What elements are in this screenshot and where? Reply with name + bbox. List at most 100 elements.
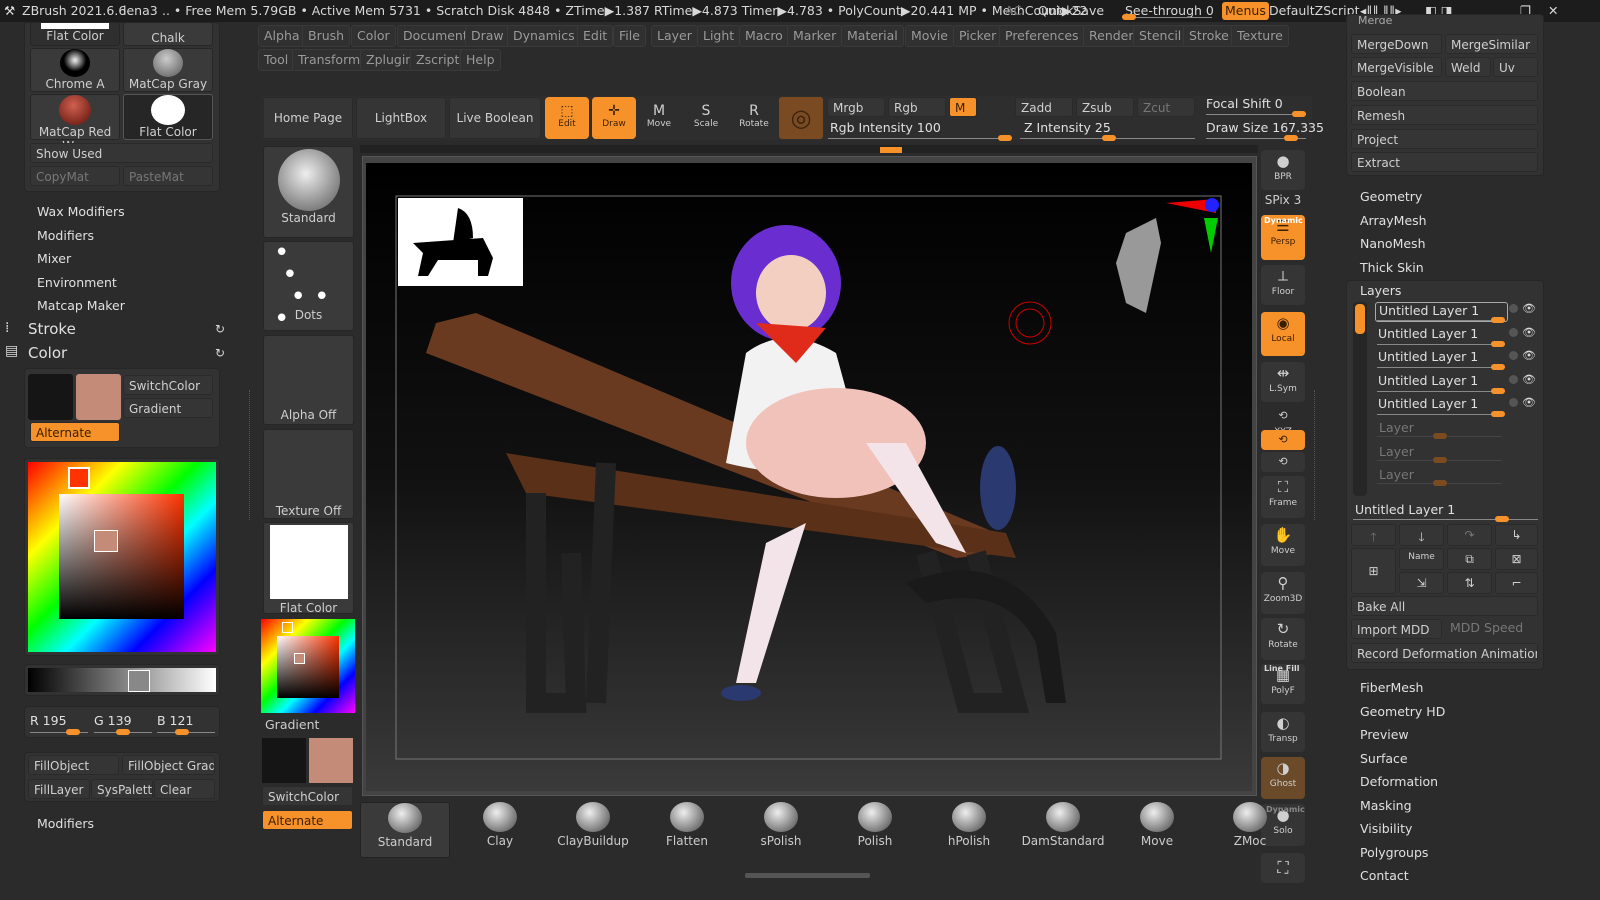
mini-color-square[interactable] bbox=[277, 636, 339, 698]
section-preview[interactable]: Preview bbox=[1360, 727, 1409, 742]
menu-dynamics[interactable]: Dynamics bbox=[507, 25, 581, 47]
mergesimilar-button[interactable]: MergeSimilar bbox=[1445, 34, 1538, 54]
layer-split-button[interactable]: ↳ bbox=[1495, 524, 1538, 546]
menu-help[interactable]: Help bbox=[460, 49, 501, 71]
environment-item[interactable]: Environment bbox=[37, 275, 117, 290]
section-contact[interactable]: Contact bbox=[1360, 868, 1409, 883]
section-geometry[interactable]: Geometry bbox=[1360, 189, 1422, 204]
menu-file[interactable]: File bbox=[613, 25, 646, 47]
menu-render[interactable]: Render bbox=[1083, 25, 1140, 47]
eye-icon[interactable]: 👁 bbox=[1522, 302, 1536, 315]
layers-header[interactable]: Layers bbox=[1360, 283, 1401, 298]
section-deformation[interactable]: Deformation bbox=[1360, 774, 1438, 789]
focal-shift-slider[interactable]: Focal Shift 0 bbox=[1206, 96, 1283, 111]
saturation-value-square[interactable] bbox=[59, 494, 184, 619]
live-boolean-button[interactable]: Live Boolean bbox=[449, 97, 541, 139]
rotate-button[interactable]: ↻ Rotate bbox=[1261, 618, 1305, 660]
brush-claybuildup[interactable]: ClayBuildup bbox=[548, 802, 638, 858]
material-selector[interactable]: Flat Color bbox=[263, 522, 354, 615]
green-value[interactable]: G 139 bbox=[94, 713, 132, 728]
brush-spolish[interactable]: sPolish bbox=[736, 802, 826, 858]
texture-selector[interactable]: Texture Off bbox=[263, 429, 354, 519]
import-mdd-button[interactable]: Import MDD bbox=[1351, 619, 1442, 639]
transp-button[interactable]: ◐ Transp bbox=[1261, 712, 1305, 752]
layer-strength-slider[interactable] bbox=[1377, 480, 1502, 487]
red-value[interactable]: R 195 bbox=[30, 713, 67, 728]
extract-item[interactable]: Extract bbox=[1351, 152, 1538, 172]
material-sphere-icon[interactable]: ◎ bbox=[779, 97, 823, 139]
eye-icon[interactable]: 👁 bbox=[1522, 349, 1536, 362]
m-button[interactable]: M bbox=[949, 97, 977, 117]
see-through-slider[interactable]: See-through 0 bbox=[1125, 0, 1214, 22]
bpr-button[interactable]: ● BPR bbox=[1261, 150, 1305, 190]
color-marker[interactable] bbox=[94, 530, 118, 552]
refresh-icon[interactable]: ↻ bbox=[215, 346, 225, 360]
menu-layer[interactable]: Layer bbox=[651, 25, 698, 47]
layer-item[interactable]: Untitled Layer 1 bbox=[1375, 373, 1508, 393]
record-deformation-button[interactable]: Record Deformation Animation bbox=[1351, 643, 1538, 663]
menu-preferences[interactable]: Preferences bbox=[999, 25, 1085, 47]
material-flat-color[interactable]: Flat Color bbox=[30, 22, 120, 46]
ac-button[interactable]: AC bbox=[1005, 0, 1022, 22]
menu-brush[interactable]: Brush bbox=[302, 25, 351, 47]
grayscale-marker[interactable] bbox=[128, 670, 150, 692]
layer-strength-slider[interactable] bbox=[1377, 317, 1505, 323]
layer-record-icon[interactable] bbox=[1509, 374, 1518, 384]
color-palette-header[interactable]: Color bbox=[28, 344, 67, 362]
menu-material[interactable]: Material bbox=[841, 25, 904, 47]
edit-button[interactable]: ⬚ Edit bbox=[545, 97, 589, 139]
blue-value[interactable]: B 121 bbox=[157, 713, 193, 728]
section-nanomesh[interactable]: NanoMesh bbox=[1360, 236, 1426, 251]
gradient-button[interactable]: Gradient bbox=[123, 398, 213, 418]
layer-strength-slider[interactable] bbox=[1377, 456, 1502, 463]
brush-zmoc[interactable]: ZMoc bbox=[1205, 802, 1295, 858]
layer-item[interactable]: Untitled Layer 1 bbox=[1375, 396, 1508, 416]
zadd-button[interactable]: Zadd bbox=[1015, 97, 1073, 117]
syspalette-button[interactable]: SysPalette bbox=[91, 779, 153, 799]
layer-item[interactable]: Untitled Layer 1 bbox=[1375, 302, 1508, 322]
new-layer-button[interactable]: ⊞ bbox=[1351, 548, 1396, 594]
layer-item[interactable]: Untitled Layer 1 bbox=[1375, 326, 1508, 346]
eye-icon[interactable]: 👁 bbox=[1522, 373, 1536, 386]
layer-strength-slider[interactable] bbox=[1377, 411, 1505, 418]
stroke-selector[interactable]: • • • • • Dots bbox=[263, 240, 354, 332]
menu-edit[interactable]: Edit bbox=[577, 25, 614, 47]
section-masking[interactable]: Masking bbox=[1360, 798, 1412, 813]
eye-icon[interactable]: 👁 bbox=[1522, 326, 1536, 339]
menu-stroke[interactable]: Stroke bbox=[1183, 25, 1235, 47]
ghost-button[interactable]: ◑ Ghost bbox=[1261, 757, 1305, 799]
xyz-button[interactable]: ⟲XYZ bbox=[1261, 405, 1305, 437]
material-chrome-a[interactable]: Chrome A bbox=[30, 48, 120, 92]
draw-button[interactable]: ✛ Draw bbox=[592, 97, 636, 139]
remesh-item[interactable]: Remesh bbox=[1351, 105, 1538, 125]
brush-flatten[interactable]: Flatten bbox=[642, 802, 732, 858]
material-matcap-gray[interactable]: MatCap Gray bbox=[123, 48, 213, 92]
show-used-button[interactable]: Show Used bbox=[30, 143, 213, 163]
floor-button[interactable]: ⟂ Floor bbox=[1261, 265, 1305, 305]
layer-record-icon[interactable] bbox=[1509, 327, 1518, 337]
z-rotate-button[interactable]: ⟲ bbox=[1261, 452, 1305, 472]
wax-modifiers-item[interactable]: Wax Modifiers bbox=[37, 204, 125, 219]
tray-main-swatch[interactable] bbox=[309, 738, 353, 783]
menu-zscript[interactable]: Zscript bbox=[410, 49, 466, 71]
project-item[interactable]: Project bbox=[1351, 129, 1538, 149]
clear-button[interactable]: Clear bbox=[154, 779, 215, 799]
navigation-thumbnail[interactable] bbox=[398, 198, 523, 286]
empty-layer-item[interactable]: Layer bbox=[1379, 444, 1414, 459]
xyz-rotate-button[interactable]: ⟲ bbox=[1261, 430, 1305, 450]
spix-button[interactable]: SPix 3 bbox=[1261, 193, 1305, 209]
menu-draw[interactable]: Draw bbox=[465, 25, 510, 47]
menu-movie[interactable]: Movie bbox=[905, 25, 954, 47]
layer-item[interactable]: Untitled Layer 1 bbox=[1375, 349, 1508, 369]
menu-marker[interactable]: Marker bbox=[787, 25, 843, 47]
home-page-button[interactable]: Home Page bbox=[263, 97, 353, 139]
layer-up-button[interactable]: 🡑 bbox=[1351, 524, 1396, 546]
rgb-intensity-slider[interactable]: Rgb Intensity 100 bbox=[830, 120, 941, 135]
menu-transform[interactable]: Transform bbox=[292, 49, 367, 71]
stroke-palette-header[interactable]: Stroke bbox=[28, 320, 76, 338]
tray-alternate-button[interactable]: Alternate bbox=[262, 810, 353, 830]
boolean-item[interactable]: Boolean bbox=[1351, 81, 1538, 101]
menu-picker[interactable]: Picker bbox=[953, 25, 1003, 47]
bake-all-button[interactable]: Bake All bbox=[1351, 596, 1538, 616]
eye-icon[interactable]: 👁 bbox=[1522, 396, 1536, 409]
